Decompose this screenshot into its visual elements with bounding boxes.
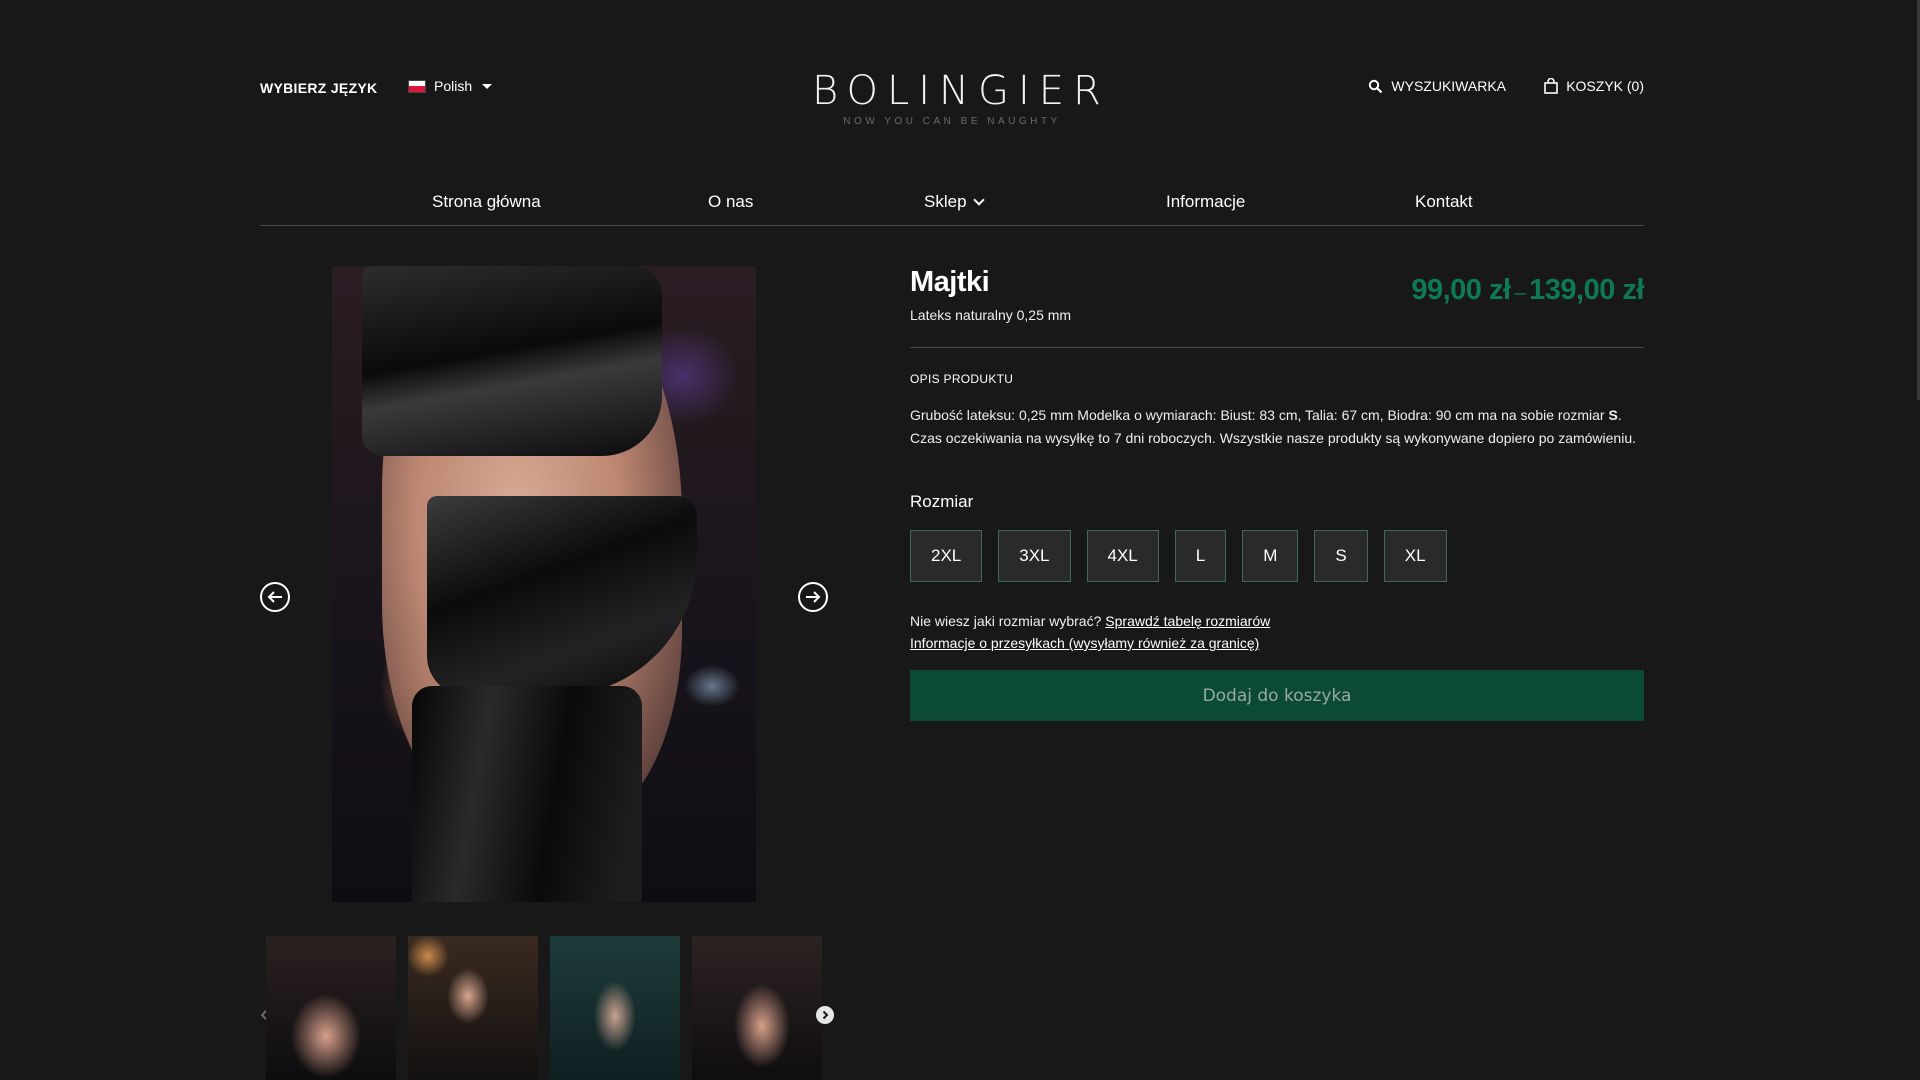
search-icon [1369,79,1383,93]
nav-item-home[interactable]: Strona główna [432,192,541,212]
product-info: Majtki Lateks naturalny 0,25 mm 99,00 zł… [910,266,1644,721]
chevron-down-icon [972,194,985,206]
shopping-bag-icon [1544,78,1559,94]
description-heading: OPIS PRODUKTU [910,372,1014,386]
description-size: S [1608,407,1618,423]
logo-title: BOLINGIER [812,68,1110,114]
size-options: 2XL 3XL 4XL L M S XL [910,530,1644,582]
thumbnail-2[interactable] [408,936,538,1080]
product-page: WYBIERZ JĘZYK Polish BOLINGIER NOW YOU C… [0,0,1920,1080]
product-description: Grubość lateksu: 0,25 mm Modelka o wymia… [910,404,1644,450]
size-help-text: Nie wiesz jaki rozmiar wybrać? [910,613,1106,629]
cart-label: KOSZYK (0) [1566,78,1644,94]
size-option-m[interactable]: M [1242,530,1299,582]
size-option-l[interactable]: L [1174,530,1227,582]
poland-flag-icon [408,79,426,93]
product-price: 99,00 zł –139,00 zł [1411,274,1644,307]
thumbnail-3[interactable] [550,936,680,1080]
price-from: 99,00 zł [1411,274,1511,306]
size-option-3xl[interactable]: 3XL [998,530,1071,582]
thumbnail-4[interactable] [692,936,822,1080]
caret-down-icon [482,83,493,89]
size-chart-link[interactable]: Sprawdź tabelę rozmiarów [1105,613,1270,629]
cart-link[interactable]: KOSZYK (0) [1544,78,1644,94]
nav-item-about[interactable]: O nas [708,192,753,212]
site-logo[interactable]: BOLINGIER NOW YOU CAN BE NAUGHTY [812,68,1110,127]
shipping-info-link[interactable]: Informacje o przesyłkach (wysyłamy równi… [910,635,1259,651]
price-separator: – [1514,282,1526,304]
nav-item-label: O nas [708,192,754,211]
image-latex-top [362,266,662,456]
thumbnails-next-button[interactable] [816,1006,834,1024]
nav-item-label: Strona główna [432,192,541,211]
shipping-line: Informacje o przesyłkach (wysyłamy równi… [910,632,1644,654]
size-option-2xl[interactable]: 2XL [910,530,983,582]
product-main-image[interactable] [332,266,756,902]
nav-item-label: Kontakt [1415,192,1473,211]
nav-item-contact[interactable]: Kontakt [1415,192,1473,212]
site-header: WYBIERZ JĘZYK Polish BOLINGIER NOW YOU C… [260,68,1644,140]
arrow-left-icon [267,591,282,603]
size-label: Rozmiar [910,492,974,511]
add-to-cart-button[interactable]: Dodaj do koszyka [910,670,1644,721]
size-help-line: Nie wiesz jaki rozmiar wybrać? Sprawdź t… [910,610,1644,632]
main-nav: Strona główna O nas Sklep Informacje Kon… [260,182,1644,226]
thumbnail-1[interactable] [266,936,396,1080]
size-option-s[interactable]: S [1314,530,1368,582]
product-subtitle: Lateks naturalny 0,25 mm [910,307,1072,323]
gallery-next-button[interactable] [798,582,828,612]
search-label: WYSZUKIWARKA [1391,78,1506,94]
image-latex-stockings [412,686,642,902]
logo-tagline: NOW YOU CAN BE NAUGHTY [843,116,1061,127]
nav-item-label: Informacje [1166,192,1246,211]
chevron-right-icon [822,1010,829,1020]
nav-item-label: Sklep [924,192,967,211]
thumbnail-strip [266,936,824,1080]
language-select[interactable]: Polish [408,78,493,94]
size-help: Nie wiesz jaki rozmiar wybrać? Sprawdź t… [910,610,1644,654]
language-value: Polish [434,78,473,94]
language-label: WYBIERZ JĘZYK [260,80,378,96]
divider [910,347,1644,348]
description-text: Grubość lateksu: 0,25 mm Modelka o wymia… [910,407,1609,423]
arrow-right-icon [806,591,821,603]
nav-item-info[interactable]: Informacje [1166,192,1245,212]
size-option-xl[interactable]: XL [1383,530,1447,582]
size-option-4xl[interactable]: 4XL [1086,530,1159,582]
gallery-prev-button[interactable] [260,582,290,612]
price-to: 139,00 zł [1529,274,1644,306]
search-link[interactable]: WYSZUKIWARKA [1368,78,1506,94]
nav-item-shop[interactable]: Sklep [924,192,985,212]
